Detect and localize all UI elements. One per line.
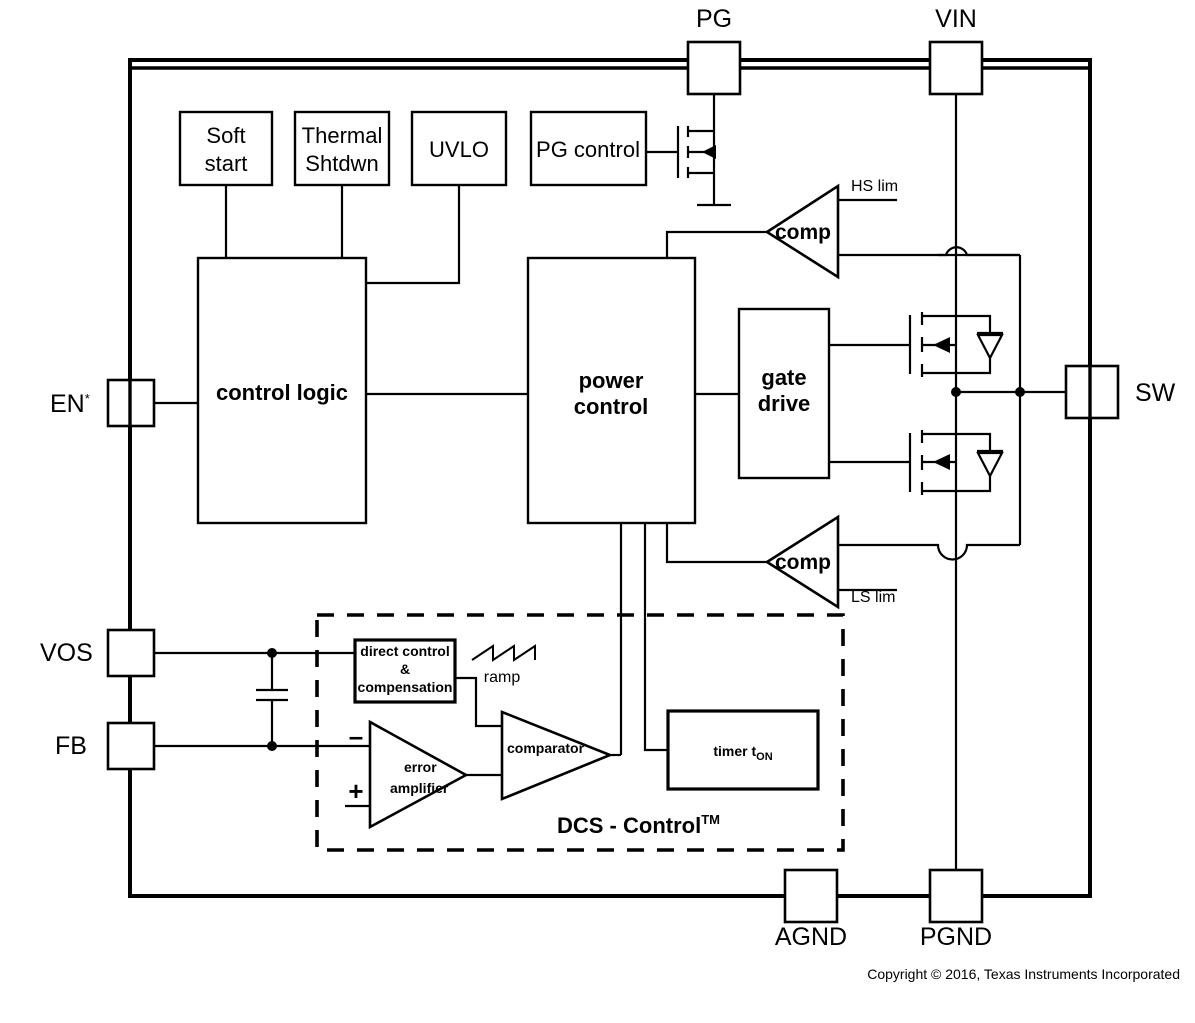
thermal-label-line2: Shtdwn: [305, 151, 378, 176]
pin-pg-box: [686, 40, 742, 96]
wire-hop-hs: [938, 246, 1020, 257]
direct-control-label-line3: compensation: [358, 679, 453, 695]
pin-pgnd-label: PGND: [920, 923, 992, 951]
soft-start-label-line1: Soft: [206, 123, 245, 148]
pin-pgnd-box: [928, 868, 984, 924]
junction-sw-2: [1015, 387, 1025, 397]
junction-sw-1: [951, 387, 961, 397]
comparator-ls-lim: comp LS lim: [665, 514, 1020, 610]
pin-vin-label: VIN: [935, 5, 977, 33]
thermal-label-line1: Thermal: [302, 123, 383, 148]
ramp-label: ramp: [484, 669, 521, 686]
junction-vos-cap: [267, 648, 277, 658]
pin-fb-box: [106, 721, 156, 771]
error-amplifier: error amplifier – +: [345, 719, 502, 830]
low-side-mosfet: [829, 392, 1004, 518]
ramp-sawtooth: [471, 644, 536, 662]
wire-lscomp-sense: [838, 543, 1020, 561]
pin-vin-box: [928, 40, 984, 96]
pin-sw-box: [1064, 364, 1120, 420]
hs-diode-bot-lead: [956, 358, 992, 375]
pin-sw-label: SW: [1135, 379, 1176, 407]
functional-block-diagram: Soft start Thermal Shtdwn UVLO PG contro…: [0, 0, 1195, 1023]
comparator-main: comparator: [500, 710, 621, 801]
comparator-hs-lim: comp HS lim: [665, 178, 1020, 280]
ls-lim-label: LS lim: [851, 589, 895, 606]
gate-drive-label-line1: gate: [761, 365, 806, 390]
error-amp-label-line2: amplifier: [390, 780, 449, 796]
comparator-label: comparator: [507, 740, 585, 756]
hs-lim-label: HS lim: [851, 178, 898, 195]
wire-powercontrol-to-lscomp: [665, 523, 767, 564]
hs-comp-label: comp: [775, 221, 831, 244]
hs-diode-body: [976, 333, 1004, 361]
block-diagram-canvas: Soft start Thermal Shtdwn UVLO PG contro…: [40, 5, 1180, 982]
dcs-control-label: DCS - ControlTM: [557, 812, 720, 838]
ramp-waveform-icon: [471, 644, 536, 662]
error-amp-label-line1: error: [404, 759, 437, 775]
uvlo-label: UVLO: [429, 137, 489, 162]
soft-start-label-line2: start: [205, 151, 248, 176]
control-logic-label: control logic: [216, 380, 348, 405]
pin-vos-label: VOS: [40, 639, 93, 667]
gate-drive-label-line2: drive: [758, 391, 811, 416]
feedback-capacitor: [256, 648, 288, 751]
hs-diode-top-lead: [956, 314, 992, 333]
ls-diode-bot-lead: [956, 476, 992, 493]
hs-mosfet-arrow: [933, 337, 950, 353]
junction-fb-cap: [267, 741, 277, 751]
wire-powercontrol-to-timer: [643, 523, 668, 752]
ls-diode-top-lead: [956, 432, 992, 451]
ls-comp-label: comp: [775, 551, 831, 574]
pg-mosfet-arrow: [702, 145, 716, 159]
pin-en-label: EN*: [50, 390, 90, 418]
wire-uvlo-to-controllogic: [366, 185, 461, 285]
pin-pg-label: PG: [696, 5, 732, 33]
error-amp-minus-sign: –: [349, 721, 363, 751]
error-amp-plus-sign: +: [348, 776, 363, 806]
copyright-notice: Copyright © 2016, Texas Instruments Inco…: [867, 966, 1180, 982]
ls-mosfet-arrow: [933, 454, 950, 470]
high-side-mosfet: [829, 246, 1020, 392]
pin-agnd-box: [783, 868, 839, 924]
wire-powercontrol-to-hscomp: [665, 230, 767, 258]
pin-fb-label: FB: [55, 732, 87, 760]
pg-control-mosfet: [646, 126, 731, 207]
power-control-label-line2: control: [574, 394, 649, 419]
pin-vos-box: [106, 628, 156, 678]
ls-diode-body: [976, 451, 1004, 479]
direct-control-label-line2: &: [400, 661, 410, 677]
pin-agnd-label: AGND: [775, 923, 847, 951]
power-control-label-line1: power: [579, 368, 644, 393]
pg-control-label: PG control: [536, 137, 640, 162]
direct-control-label-line1: direct control: [360, 643, 449, 659]
